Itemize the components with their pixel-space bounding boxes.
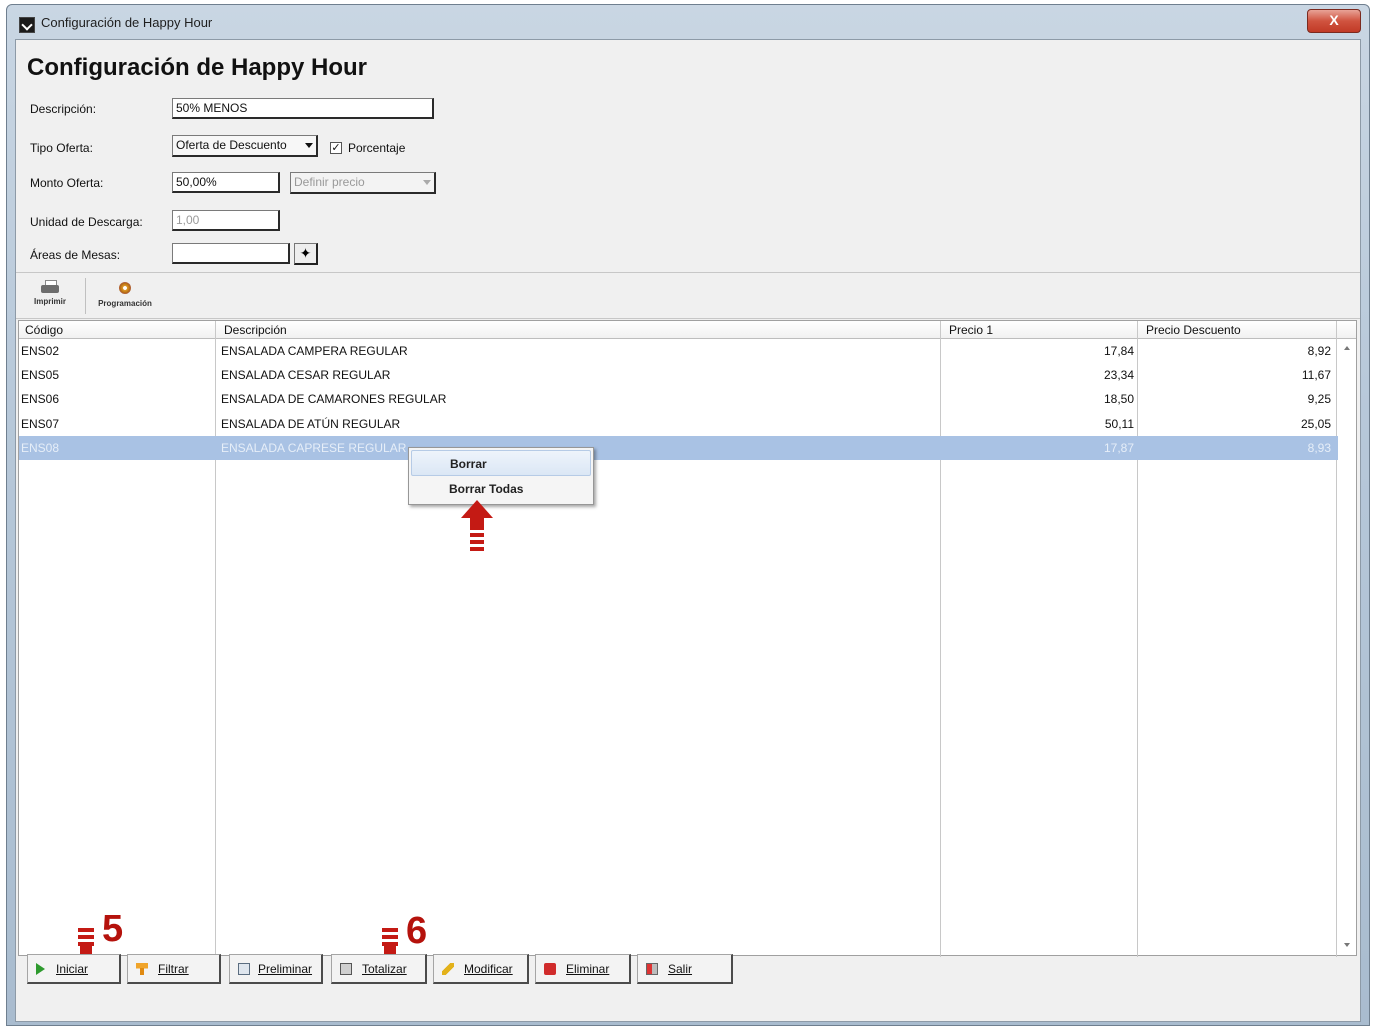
play-icon: [36, 963, 45, 975]
descripcion-label: Descripción:: [30, 102, 97, 116]
annotation-step-5: 5: [102, 908, 124, 950]
cell-precio: 17,87: [1103, 441, 1134, 455]
annotation-step-6: 6: [406, 910, 428, 952]
cell-descripcion: ENSALADA DE ATÚN REGULAR: [221, 417, 401, 431]
cell-precio: 18,50: [1103, 392, 1134, 406]
close-button[interactable]: X: [1307, 9, 1361, 33]
totalizar-button[interactable]: Totalizar: [331, 954, 427, 984]
unidad-descarga-input: 1,00: [172, 210, 280, 231]
toolbar-separator: [85, 278, 86, 314]
tipo-oferta-select[interactable]: Oferta de Descuento: [172, 135, 318, 157]
context-menu-label: Borrar: [450, 457, 487, 471]
iniciar-label: Iniciar: [56, 962, 89, 976]
table-row[interactable]: ENS02 ENSALADA CAMPERA REGULAR 17,84 8,9…: [19, 339, 1338, 363]
areas-mesas-label: Áreas de Mesas:: [30, 248, 121, 262]
imprimir-label: Imprimir: [33, 297, 66, 306]
modificar-label: Modificar: [464, 962, 513, 976]
unidad-descarga-label: Unidad de Descarga:: [30, 215, 143, 229]
totalizar-label: Totalizar: [362, 962, 407, 976]
context-menu-item-borrar-todas[interactable]: Borrar Todas: [411, 476, 591, 500]
salir-button[interactable]: Salir: [637, 954, 733, 984]
filtrar-label: Filtrar: [158, 962, 189, 976]
preview-icon: [238, 963, 250, 975]
window-title: Configuración de Happy Hour: [41, 15, 213, 30]
table-row-selected[interactable]: ENS08 ENSALADA CAPRESE REGULAR 17,87 8,9…: [19, 436, 1338, 460]
cell-precio: 50,11: [1104, 417, 1134, 431]
annotation-up-arrow-icon: [460, 500, 494, 551]
porcentaje-label: Porcentaje: [348, 141, 406, 155]
descripcion-input[interactable]: 50% MENOS: [172, 98, 434, 119]
cell-codigo: ENS08: [21, 441, 60, 455]
cell-codigo: ENS02: [21, 344, 60, 358]
client-area: Configuración de Happy Hour Descripción:…: [15, 39, 1361, 1022]
monto-oferta-label: Monto Oferta:: [30, 176, 104, 190]
cell-descuento: 8,93: [1307, 441, 1331, 455]
schedule-icon: [119, 282, 131, 294]
cell-descripcion: ENSALADA CESAR REGULAR: [221, 368, 391, 382]
page-title: Configuración de Happy Hour: [27, 54, 368, 81]
porcentaje-checkbox[interactable]: ✓: [330, 142, 342, 154]
cell-descripcion: ENSALADA CAPRESE REGULAR: [221, 441, 407, 455]
pencil-icon: [442, 963, 454, 975]
areas-mesas-input[interactable]: [172, 243, 290, 264]
definir-precio-value: Definir precio: [294, 175, 365, 189]
cell-descuento: 9,25: [1307, 392, 1331, 406]
cell-codigo: ENS07: [21, 417, 60, 431]
printer-icon: [41, 280, 59, 294]
scroll-down-arrow[interactable]: [1344, 943, 1350, 947]
items-grid[interactable]: Código Descripción Precio 1 Precio Descu…: [18, 320, 1357, 957]
salir-label: Salir: [668, 962, 693, 976]
tipo-oferta-value: Oferta de Descuento: [176, 138, 287, 152]
title-bar[interactable]: Configuración de Happy Hour X: [7, 5, 1369, 39]
scroll-up-arrow[interactable]: [1344, 346, 1350, 350]
modificar-button[interactable]: Modificar: [433, 954, 529, 984]
imprimir-button[interactable]: Imprimir: [30, 280, 70, 306]
cell-codigo: ENS05: [21, 368, 60, 382]
divider: [16, 318, 1360, 319]
column-header-descripcion[interactable]: Descripción: [224, 323, 287, 337]
lightning-icon: ✦: [299, 245, 312, 261]
chevron-down-icon: [423, 180, 431, 185]
context-menu-label: Borrar Todas: [449, 482, 524, 496]
monto-oferta-input[interactable]: 50,00%: [172, 172, 280, 193]
app-icon: [19, 17, 35, 33]
cell-descripcion: ENSALADA CAMPERA REGULAR: [221, 344, 408, 358]
table-row[interactable]: ENS07 ENSALADA DE ATÚN REGULAR 50,11 25,…: [19, 412, 1338, 436]
filtrar-button[interactable]: Filtrar: [127, 954, 221, 984]
delete-icon: [544, 963, 556, 975]
filter-icon: [136, 963, 148, 975]
cell-descripcion: ENSALADA DE CAMARONES REGULAR: [221, 392, 447, 406]
preliminar-button[interactable]: Preliminar: [229, 954, 323, 984]
table-row[interactable]: ENS05 ENSALADA CESAR REGULAR 23,34 11,67: [19, 363, 1338, 387]
context-menu-item-borrar[interactable]: Borrar: [411, 450, 591, 476]
iniciar-button[interactable]: Iniciar: [27, 954, 121, 984]
calculator-icon: [340, 963, 352, 975]
column-header-precio[interactable]: Precio 1: [949, 323, 993, 337]
column-header-descuento[interactable]: Precio Descuento: [1146, 323, 1241, 337]
tipo-oferta-label: Tipo Oferta:: [30, 141, 93, 155]
eliminar-button[interactable]: Eliminar: [535, 954, 631, 984]
context-menu: Borrar Borrar Todas: [408, 447, 594, 505]
column-header-codigo[interactable]: Código: [25, 323, 63, 337]
table-row[interactable]: ENS06 ENSALADA DE CAMARONES REGULAR 18,5…: [19, 387, 1338, 411]
cell-precio: 17,84: [1103, 344, 1134, 358]
exit-icon: [646, 963, 658, 975]
cell-descuento: 25,05: [1300, 417, 1331, 431]
programacion-label: Programación: [98, 299, 152, 308]
cell-descuento: 11,67: [1301, 368, 1331, 382]
app-window: Configuración de Happy Hour X Configurac…: [6, 4, 1370, 1026]
preliminar-label: Preliminar: [258, 962, 313, 976]
grid-header: Código Descripción Precio 1 Precio Descu…: [19, 321, 1356, 339]
cell-codigo: ENS06: [21, 392, 60, 406]
cell-descuento: 8,92: [1307, 344, 1331, 358]
eliminar-label: Eliminar: [566, 962, 610, 976]
divider: [16, 272, 1360, 273]
areas-mesas-lookup-button[interactable]: ✦: [294, 243, 318, 265]
definir-precio-select: Definir precio: [290, 172, 436, 194]
chevron-down-icon: [305, 143, 313, 148]
programacion-button[interactable]: Programación: [92, 280, 158, 308]
cell-precio: 23,34: [1103, 368, 1134, 382]
